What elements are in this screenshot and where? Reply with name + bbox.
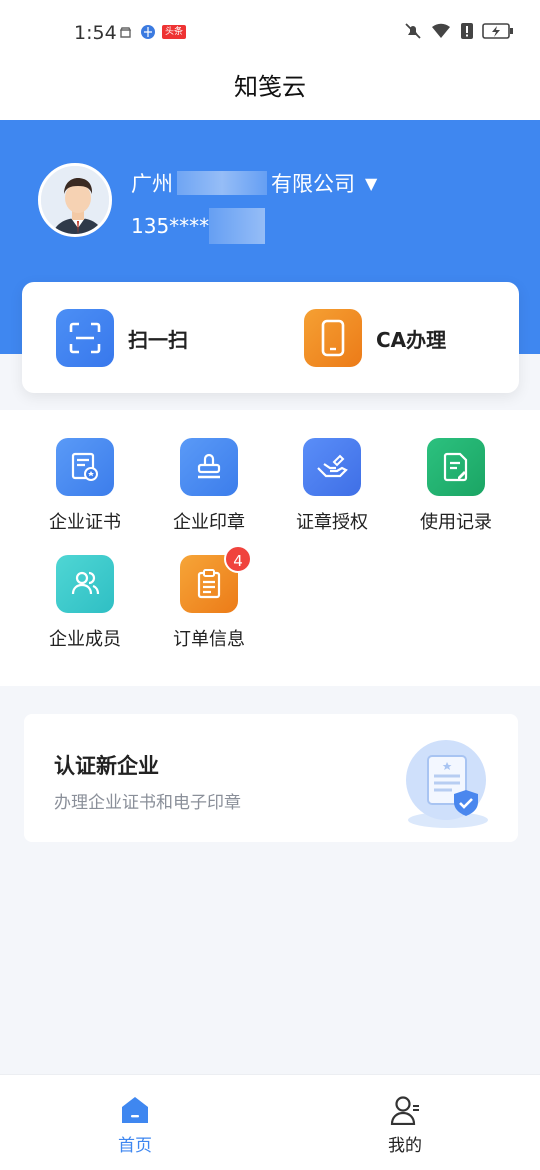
clipboard-icon: 4: [180, 545, 252, 613]
stamp-icon: [180, 438, 238, 496]
cloud-icon: [119, 27, 132, 38]
grid-label: 企业印章: [173, 512, 245, 533]
tab-bar: 首页 我的: [0, 1074, 540, 1170]
scan-button[interactable]: 扫一扫: [56, 309, 188, 367]
certify-subtitle: 办理企业证书和电子印章: [54, 793, 241, 813]
company-name-redacted: [177, 171, 267, 195]
user-icon: [390, 1096, 419, 1126]
grid-item-seal[interactable]: 企业印章: [147, 438, 271, 534]
ca-service-button[interactable]: CA办理: [304, 309, 446, 367]
tab-home-label: 首页: [118, 1136, 152, 1156]
members-icon: [56, 555, 114, 613]
home-icon: [122, 1097, 148, 1123]
nav-bar: 知笺云: [0, 62, 540, 120]
grid-label: 企业成员: [49, 629, 121, 650]
page-title: 知笺云: [234, 73, 306, 101]
certificate-shield-illustration-icon: [406, 740, 488, 828]
news-icon: 头条: [162, 25, 187, 39]
company-name-suffix: 有限公司: [271, 172, 355, 196]
phone-redacted: [209, 208, 266, 244]
battery-charging-icon: [482, 23, 513, 39]
status-time: 1:54: [74, 22, 117, 44]
status-system-icons: [404, 22, 514, 40]
tab-mine[interactable]: 我的: [345, 1095, 465, 1156]
grid-item-orders[interactable]: 4 订单信息: [147, 545, 271, 651]
company-name-prefix: 广州: [131, 172, 173, 196]
grid-label: 证章授权: [296, 512, 368, 533]
browser-icon: [141, 25, 155, 39]
record-document-icon: [427, 438, 485, 496]
status-bar: 1:54 头条: [0, 0, 540, 62]
alert-icon: [461, 23, 473, 39]
chevron-down-icon: ▼: [365, 173, 378, 193]
grid-label: 企业证书: [49, 512, 121, 533]
phone-icon: [304, 309, 362, 367]
grid-item-authorize[interactable]: 证章授权: [270, 438, 394, 534]
avatar[interactable]: [38, 163, 112, 237]
scan-icon: [56, 309, 114, 367]
quick-actions-card: 扫一扫 CA办理: [22, 282, 519, 393]
certify-title: 认证新企业: [54, 754, 159, 778]
grid-item-usage-record[interactable]: 使用记录: [394, 438, 518, 534]
grid-item-certificate[interactable]: 企业证书: [23, 438, 147, 534]
tab-home[interactable]: 首页: [75, 1095, 195, 1156]
avatar-person-icon: [41, 166, 109, 234]
phone-number: 135****: [131, 208, 266, 244]
ca-service-label: CA办理: [376, 327, 447, 352]
phone-text: 135****: [131, 214, 210, 238]
company-selector[interactable]: 广州 有限公司 ▼: [131, 168, 377, 198]
tab-mine-label: 我的: [388, 1136, 422, 1156]
grid-item-members[interactable]: 企业成员: [23, 555, 147, 651]
certificate-icon: [56, 438, 114, 496]
feature-grid: 企业证书 企业印章 证章授权 使用记录 企业成员 4 订单信息: [0, 410, 540, 686]
certify-new-enterprise-card[interactable]: 认证新企业 办理企业证书和电子印章: [24, 714, 518, 842]
wifi-icon: [432, 23, 450, 38]
grid-label: 使用记录: [420, 512, 492, 533]
authorize-hand-icon: [303, 438, 361, 496]
scan-label: 扫一扫: [128, 327, 188, 352]
mute-bell-icon: [405, 23, 421, 39]
status-notification-icons: 头条: [118, 24, 187, 40]
grid-label: 订单信息: [173, 629, 245, 650]
order-count-badge: 4: [224, 545, 252, 573]
